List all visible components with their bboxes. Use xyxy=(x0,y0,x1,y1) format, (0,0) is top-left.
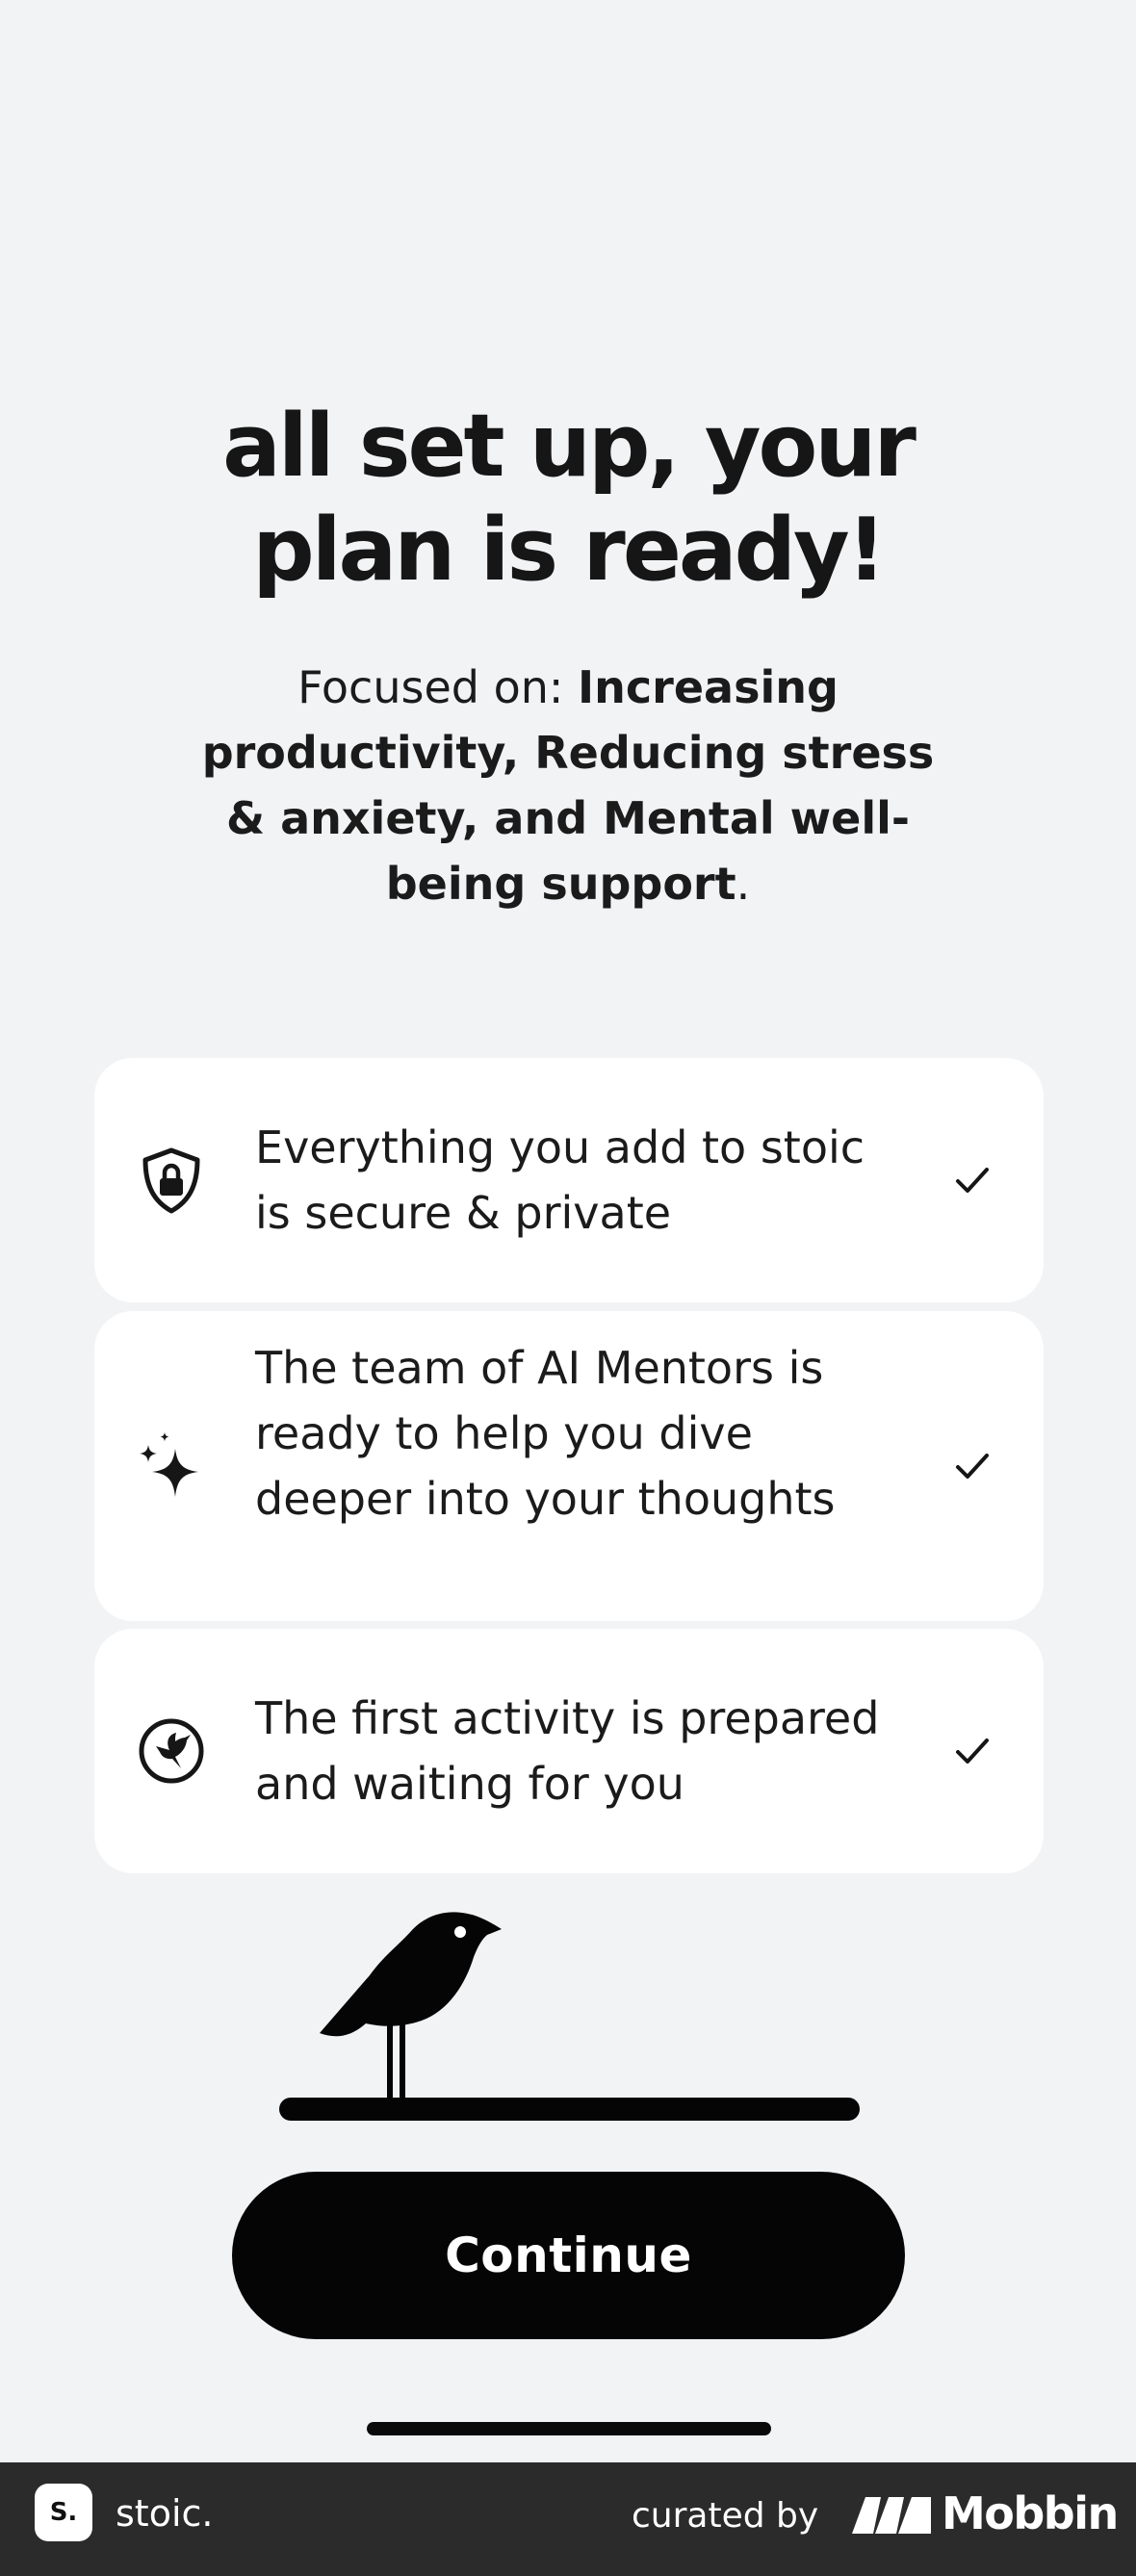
app-badge: S. xyxy=(35,2484,92,2541)
feature-card-first-activity: The first activity is prepared and waiti… xyxy=(94,1629,1044,1873)
check-icon xyxy=(956,1739,989,1764)
shield-lock-icon xyxy=(142,1147,200,1214)
curated-by-label: curated by xyxy=(632,2496,819,2536)
app-name: stoic. xyxy=(116,2492,214,2535)
page-title: all set up, your plan is ready! xyxy=(0,395,1136,603)
hummingbird-icon xyxy=(139,1718,204,1784)
focus-suffix: . xyxy=(736,858,751,910)
check-icon xyxy=(956,1168,989,1193)
feature-card-privacy: Everything you add to stoic is secure & … xyxy=(94,1058,1044,1302)
focus-summary: Focused on: Increasing productivity, Red… xyxy=(183,655,953,916)
bird-on-branch-illustration xyxy=(279,1912,860,2121)
feature-card-first-activity-text: The first activity is prepared and waiti… xyxy=(255,1692,880,1810)
home-indicator[interactable] xyxy=(367,2422,771,2435)
feature-card-ai-mentors-text: The team of AI Mentors is ready to help … xyxy=(255,1342,836,1525)
mobbin-logo-icon xyxy=(852,2497,931,2534)
continue-button[interactable]: Continue xyxy=(232,2172,905,2339)
feature-card-privacy-text: Everything you add to stoic is secure & … xyxy=(255,1121,865,1239)
check-icon xyxy=(956,1454,989,1479)
page-title-line-2: plan is ready! xyxy=(252,500,886,601)
page-title-line-1: all set up, your xyxy=(222,396,917,497)
mobbin-brand: Mobbin xyxy=(942,2487,1119,2539)
feature-card-ai-mentors: The team of AI Mentors is ready to help … xyxy=(94,1311,1044,1621)
focus-prefix: Focused on: xyxy=(297,661,579,713)
sparkles-icon xyxy=(140,1432,198,1497)
